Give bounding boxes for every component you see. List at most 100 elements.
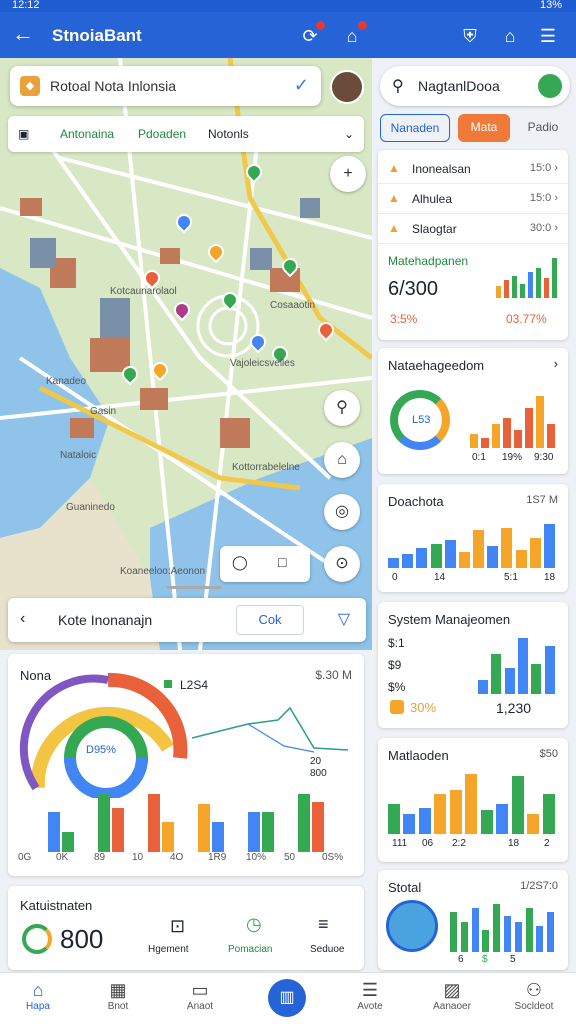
bar-label: 1R9	[208, 852, 227, 863]
locate-button[interactable]: ◎	[324, 494, 360, 530]
chip-padio[interactable]: Padio	[518, 114, 568, 142]
chart-bar	[543, 524, 555, 568]
list-item-value: 15:0 ›	[529, 162, 558, 174]
list-item-name: Slaogtar	[412, 222, 457, 236]
bar-label: 10	[132, 852, 144, 863]
stats-item[interactable]: Pomacian	[228, 944, 272, 955]
ok-button[interactable]: Cok	[236, 605, 304, 635]
list-item[interactable]: ▲ Slaogtar 30:0 ›	[378, 214, 568, 244]
chart-bar	[542, 794, 555, 834]
nav-label: Aanaoer	[433, 1001, 471, 1012]
user-icon: ⚇	[525, 980, 543, 1000]
app-title: StnoiaBant	[52, 26, 142, 45]
clock-icon[interactable]: ◷	[246, 914, 262, 935]
list-item[interactable]: ▲ Inonealsan 15:0 ›	[378, 154, 568, 184]
center-book-button[interactable]: ▥	[268, 979, 306, 1017]
check-icon[interactable]: ✓	[294, 75, 309, 96]
circle-icon[interactable]: ◯	[232, 554, 248, 571]
tab-notonls[interactable]: Notonls	[208, 127, 249, 141]
chart-bar	[536, 396, 544, 448]
chart-bar	[552, 258, 557, 298]
right-search-bar[interactable]: ⚲ NagtanlDooa	[380, 66, 570, 106]
nav-aanaoer[interactable]: ▨ Aanaoer	[420, 979, 484, 1012]
card-nataehageedom: Nataehageedom › L53 0:1 19% 9:30	[378, 348, 568, 474]
chart-bar	[480, 810, 493, 834]
chart-bar	[493, 904, 501, 952]
notification-icon[interactable]: ⌂	[340, 21, 367, 48]
home-map-button[interactable]: ⌂	[324, 442, 360, 478]
donut-label: L53	[412, 414, 431, 426]
axis-label: 19%	[502, 452, 523, 463]
list-icon[interactable]: ≡	[318, 914, 329, 935]
chart-bar	[460, 922, 468, 952]
chip-mata[interactable]: Mata	[458, 114, 510, 142]
tab-antonaina[interactable]: Antonaina	[60, 127, 114, 141]
chart-bar	[544, 278, 549, 298]
chart-bar	[388, 804, 400, 834]
menu-icon[interactable]: ☰	[536, 24, 560, 48]
chart-bar	[388, 558, 399, 568]
chart-bar	[198, 804, 210, 852]
chart-bar	[528, 272, 533, 298]
list-item-value: 30:0 ›	[529, 222, 558, 234]
bar-chart	[388, 768, 558, 834]
back-arrow-icon[interactable]: ←	[12, 22, 34, 46]
map-search-bar[interactable]: ◆ Rotoal Nota Inlonsia ✓	[10, 66, 321, 106]
refresh-icon[interactable]: ⟳	[298, 21, 325, 48]
nav-avote[interactable]: ☰ Avote	[338, 979, 402, 1012]
pin-map-button[interactable]: ⊙	[324, 546, 360, 582]
axis-label: 18	[508, 838, 520, 849]
status-dot	[538, 74, 562, 98]
chart-bar	[491, 654, 502, 694]
map-label: Guaninedo	[66, 502, 115, 513]
map-label: Gasin	[90, 406, 117, 417]
avatar[interactable]	[330, 70, 364, 104]
chart-bar	[418, 808, 431, 834]
donut-chart	[19, 672, 188, 798]
nav-socldeot[interactable]: ⚇ Socldeot	[502, 979, 566, 1012]
map-mode-toggle[interactable]: ◯ □	[220, 546, 310, 582]
lock-icon[interactable]: ⊡	[170, 916, 185, 937]
ring-icon	[22, 924, 52, 954]
row-label: $9	[388, 658, 402, 672]
back-icon[interactable]: ‹	[20, 610, 25, 628]
building-icon: ▲	[388, 221, 400, 235]
status-time: 12:12	[12, 0, 40, 11]
chart-bar	[503, 418, 511, 448]
chart-bar	[511, 776, 524, 834]
bar-label: 0S%	[322, 852, 344, 863]
nav-bnot[interactable]: ▦ Bnot	[86, 979, 150, 1012]
nav-anaot[interactable]: ▭ Anaot	[168, 979, 232, 1012]
nav-home[interactable]: ⌂ Hapa	[6, 979, 70, 1012]
stats-item[interactable]: Hgement	[148, 944, 189, 955]
chip-nanaden[interactable]: Nanaden	[380, 114, 450, 142]
grid-icon[interactable]: ▣	[18, 127, 29, 141]
shield-icon[interactable]: ⛨	[458, 24, 482, 48]
zoom-in-button[interactable]: +	[330, 156, 366, 192]
filter-icon[interactable]: ▽	[338, 609, 350, 629]
stats-item[interactable]: Seduoe	[310, 944, 344, 955]
axis-label: 0:1	[472, 452, 486, 463]
chart-bar	[465, 774, 478, 834]
chart-bar	[403, 814, 416, 834]
bar-label: 50	[284, 852, 296, 863]
card-title: System Manajeomen	[388, 612, 511, 627]
drag-handle[interactable]	[166, 586, 222, 589]
bottom-nav: ⌂ Hapa ▦ Bnot ▭ Anaot ▥ ☰ Avote ▨ Aanaoer ⚇ So…	[0, 972, 576, 1024]
chart-bar	[547, 912, 555, 952]
card-title: Nataehageedom	[388, 358, 485, 373]
tab-pdoaden[interactable]: Pdoaden	[138, 127, 186, 141]
overview-card: Nona $.30 M L2S4 D95% 20 800 0G 0K 89 10 4O 1…	[8, 654, 364, 876]
list-item[interactable]: ▲ Alhulea 15:0 ›	[378, 184, 568, 214]
chevron-down-icon[interactable]: ⌄	[344, 127, 354, 141]
search-icon: ⚲	[392, 78, 404, 95]
map-view[interactable]: Kotcaunarolaol Cosaaotin Vajoleicsvelles…	[0, 58, 372, 650]
layers-button[interactable]: ⚲	[324, 390, 360, 426]
metric-pct2: 03.77%	[506, 312, 547, 326]
bar-label: 4O	[170, 852, 184, 863]
chart-bar	[478, 680, 488, 694]
home-icon[interactable]: ⌂	[498, 24, 522, 48]
search-sheet[interactable]: ‹ Kote Inonanajn Cok ▽	[8, 598, 366, 642]
chevron-right-icon[interactable]: ›	[554, 356, 558, 371]
square-icon[interactable]: □	[278, 554, 286, 570]
